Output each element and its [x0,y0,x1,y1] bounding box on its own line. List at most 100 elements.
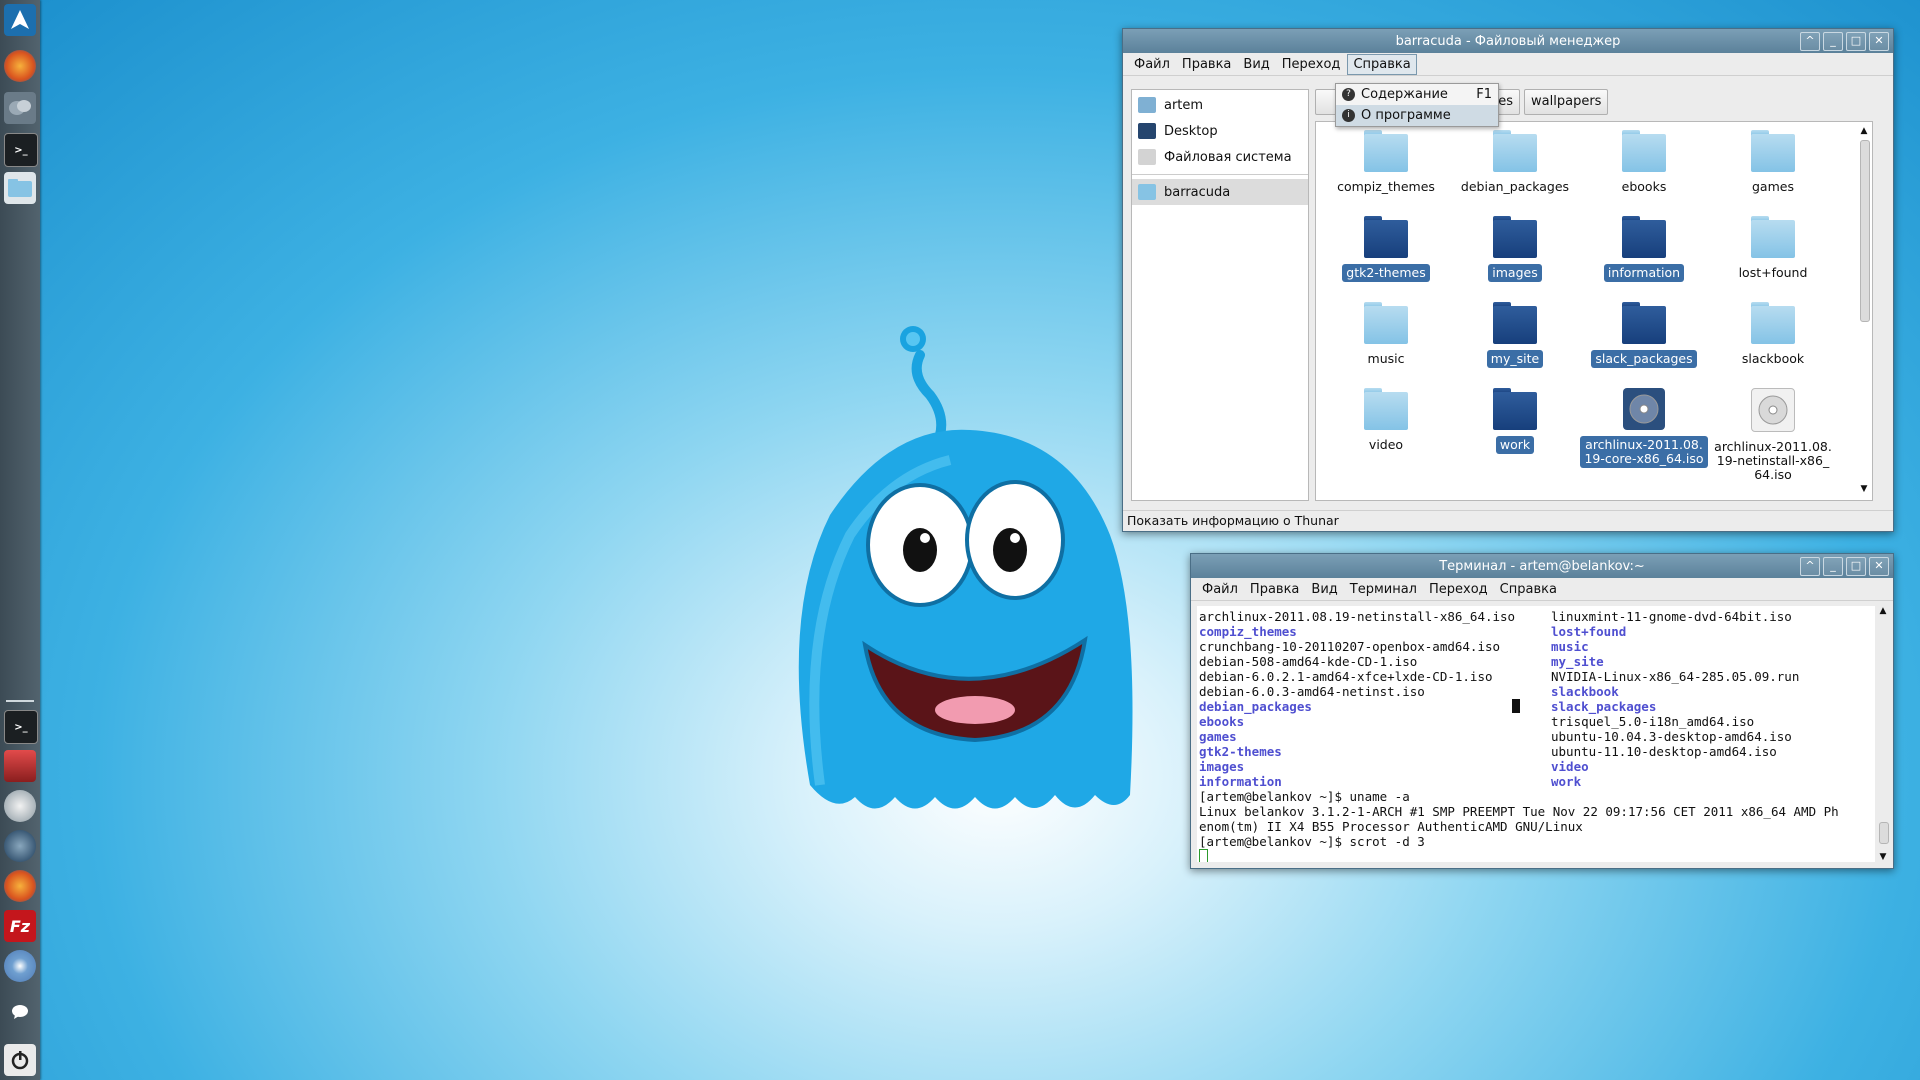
file-name: slackbook [1741,351,1805,366]
file-item[interactable]: ebooks [1580,130,1708,196]
folder-icon [1493,302,1537,344]
file-item[interactable]: compiz_themes [1322,130,1450,196]
menubar: Файл Правка Вид Переход Справка [1123,53,1893,76]
folder-icon [1364,302,1408,344]
sidebar-item-filesystem[interactable]: Файловая система [1132,144,1308,170]
drive-icon [1138,149,1156,165]
icon-view: ▲ ▼ compiz_themes debian_packages ebooks ga… [1315,121,1873,501]
menu-item-shortcut: F1 [1476,87,1492,102]
maximize-button[interactable]: □ [1846,32,1866,51]
terminal-line: ubuntu-10.04.3-desktop-amd64.iso [1551,729,1792,744]
scroll-thumb[interactable] [1860,140,1870,322]
close-button[interactable]: ✕ [1869,557,1889,576]
file-item[interactable]: information [1580,216,1708,282]
file-item[interactable]: slack_packages [1580,302,1708,368]
power-icon[interactable] [4,1044,36,1076]
file-name: compiz_themes [1337,179,1435,194]
maximize-button[interactable]: □ [1846,557,1866,576]
mascot-wallpaper-image [798,326,1133,809]
chat-icon[interactable] [4,996,36,1028]
menu-item-contents[interactable]: ? Содержание F1 [1336,84,1498,105]
menu-item-label: О программе [1361,108,1451,123]
file-item[interactable]: games [1709,130,1837,196]
terminal-icon-2[interactable]: >_ [4,710,38,744]
terminal-icon[interactable]: >_ [4,133,38,167]
firefox-icon[interactable] [4,50,36,82]
scroll-up-arrow[interactable]: ▲ [1858,126,1870,138]
folder-icon [1364,388,1408,430]
terminal-line: gtk2-themes [1199,744,1282,759]
image-viewer-icon[interactable] [4,750,36,782]
terminal-line: enom(tm) II X4 B55 Processor AuthenticAM… [1199,819,1583,834]
media-player-icon[interactable] [4,830,36,862]
terminal-titlebar[interactable]: Терминал - artem@belankov:~ ^ _ □ ✕ [1191,554,1893,578]
file-manager-icon[interactable] [4,172,36,204]
filezilla-icon[interactable]: Fz [4,910,36,942]
file-item[interactable]: gtk2-themes [1322,216,1450,282]
file-item[interactable]: images [1451,216,1579,282]
sidebar-item-barracuda[interactable]: barracuda [1132,179,1308,205]
home-icon [1138,97,1156,113]
file-name: my_site [1486,350,1544,368]
terminal-output[interactable]: archlinux-2011.08.19-netinstall-x86_64.i… [1197,606,1875,862]
menu-go[interactable]: Переход [1277,55,1346,74]
menu-item-about[interactable]: i О программе [1336,105,1498,126]
menu-help[interactable]: Справка [1347,53,1417,75]
file-item[interactable]: music [1322,302,1450,368]
terminal-line: ubuntu-11.10-desktop-amd64.iso [1551,744,1777,759]
menu-view[interactable]: Вид [1238,55,1274,74]
menu-edit[interactable]: Правка [1177,55,1236,74]
menu-view[interactable]: Вид [1306,580,1342,599]
terminal-scrollbar[interactable]: ▲ ▼ [1877,606,1889,862]
file-item[interactable]: debian_packages [1451,130,1579,196]
folder-icon [1622,302,1666,344]
file-item[interactable]: video [1322,388,1450,454]
chromium-icon[interactable] [4,950,36,982]
file-item[interactable]: archlinux-2011.08.19-netinstall-x86_64.i… [1709,388,1837,484]
file-name: video [1368,437,1404,452]
menu-file[interactable]: Файл [1197,580,1243,599]
disk-icon[interactable] [4,790,36,822]
ls-right-column: linuxmint-11-gnome-dvd-64bit.iso lost+fou… [1551,609,1799,789]
scroll-down-arrow[interactable]: ▼ [1877,852,1889,862]
path-button-wallpapers[interactable]: wallpapers [1524,89,1609,115]
shade-button[interactable]: ^ [1800,557,1820,576]
minimize-button[interactable]: _ [1823,557,1843,576]
sidebar-item-desktop[interactable]: Desktop [1132,118,1308,144]
scroll-down-arrow[interactable]: ▼ [1858,484,1870,496]
ls-left-column: archlinux-2011.08.19-netinstall-x86_64.i… [1199,609,1515,789]
sidebar-item-artem[interactable]: artem [1132,92,1308,118]
menu-file[interactable]: Файл [1129,55,1175,74]
menu-go[interactable]: Переход [1424,580,1493,599]
file-item[interactable]: my_site [1451,302,1579,368]
close-button[interactable]: ✕ [1869,32,1889,51]
file-item[interactable]: work [1451,388,1579,454]
folder-icon [1493,388,1537,430]
arch-logo-icon[interactable] [4,4,36,36]
file-item[interactable]: slackbook [1709,302,1837,368]
file-manager-titlebar[interactable]: barracuda - Файловый менеджер ^ _ □ ✕ [1123,29,1893,53]
help-icon: ? [1342,88,1355,101]
menu-edit[interactable]: Правка [1245,580,1304,599]
file-item[interactable]: lost+found [1709,216,1837,282]
file-item[interactable]: archlinux-2011.08.19-core-x86_64.iso [1580,388,1708,468]
menu-help[interactable]: Справка [1495,580,1562,599]
sidebar: artem Desktop Файловая система barracuda [1131,89,1309,501]
scrollbar[interactable]: ▲ ▼ [1858,126,1870,496]
file-name: work [1495,436,1535,454]
desktop-icon [1138,123,1156,139]
terminal-line: video [1551,759,1589,774]
terminal-line: [artem@belankov ~]$ scrot -d 3 [1199,834,1425,849]
terminal-line: NVIDIA-Linux-x86_64-285.05.09.run [1551,669,1800,684]
firefox-icon-2[interactable] [4,870,36,902]
shade-button[interactable]: ^ [1800,32,1820,51]
folder-icon [1751,130,1795,172]
pidgin-icon[interactable] [4,92,36,124]
minimize-button[interactable]: _ [1823,32,1843,51]
terminal-line: ebooks [1199,714,1245,729]
folder-icon [1493,216,1537,258]
file-name: gtk2-themes [1342,264,1430,282]
scroll-thumb[interactable] [1879,822,1889,844]
scroll-up-arrow[interactable]: ▲ [1877,606,1889,616]
menu-terminal[interactable]: Терминал [1345,580,1422,599]
